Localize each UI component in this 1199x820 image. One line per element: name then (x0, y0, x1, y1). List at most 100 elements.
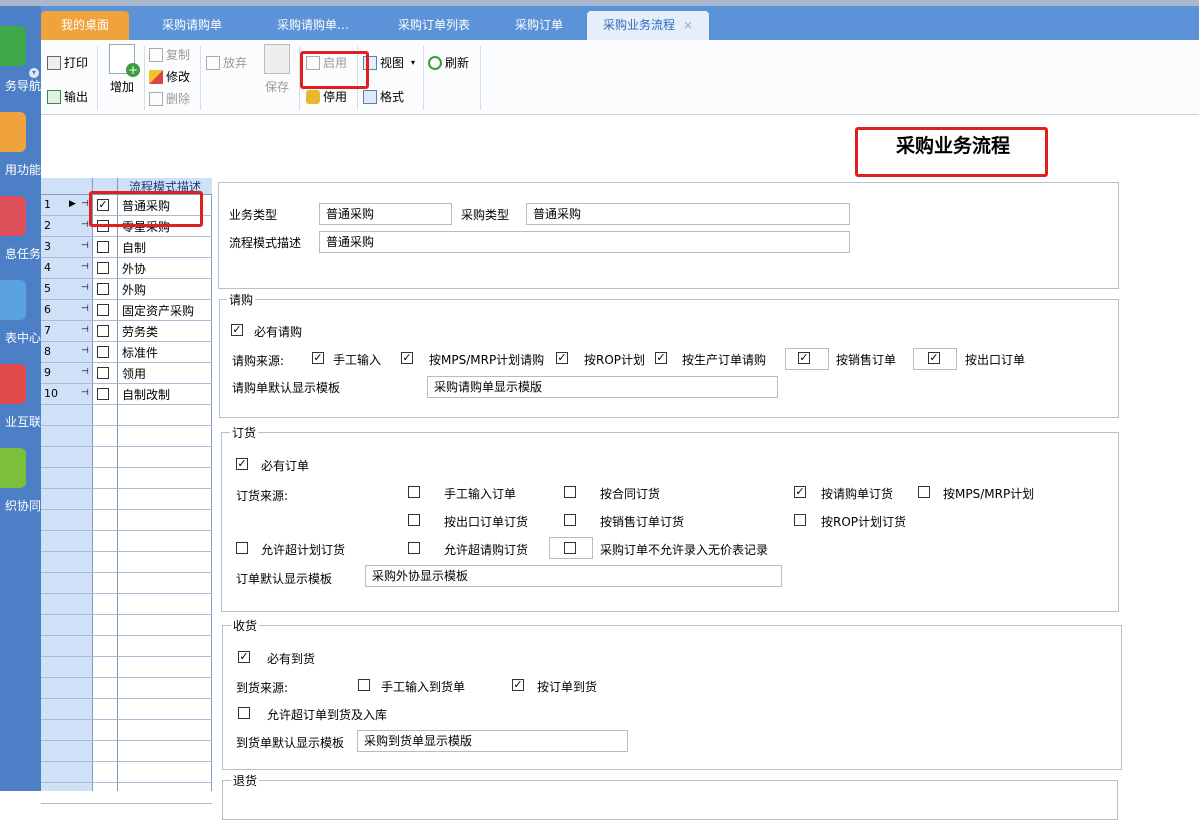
table-row[interactable]: 5 ⊣ 外购 (41, 279, 212, 300)
table-row[interactable] (41, 447, 212, 468)
order-export-label: 按出口订单订货 (444, 515, 529, 529)
table-row[interactable]: 3 ⊣ 自制 (41, 237, 212, 258)
table-row[interactable]: 9 ⊣ 领用 (41, 363, 212, 384)
row-checkbox[interactable] (97, 325, 109, 337)
table-row[interactable]: 10 ⊣ 自制改制 (41, 384, 212, 405)
table-row[interactable] (41, 720, 212, 741)
receipt-required-checkbox[interactable]: ✓ (238, 651, 250, 663)
table-row[interactable] (41, 489, 212, 510)
table-row[interactable] (41, 741, 212, 762)
table-row[interactable] (41, 510, 212, 531)
print-button[interactable]: 打印 (47, 54, 88, 71)
order-legend: 订货 (230, 424, 259, 441)
table-row[interactable]: 6 ⊣ 固定资产采购 (41, 300, 212, 321)
table-row[interactable] (41, 468, 212, 489)
order-sales-checkbox[interactable] (564, 514, 576, 526)
req-mps-checkbox[interactable]: ✓ (401, 352, 413, 364)
req-export-label: 按出口订单 (965, 353, 1026, 367)
highlight-grid-row (89, 191, 203, 227)
order-req-checkbox[interactable]: ✓ (794, 486, 806, 498)
save-label: 保存 (264, 80, 289, 94)
refresh-button[interactable]: 刷新 (428, 54, 469, 71)
row-checkbox[interactable] (97, 346, 109, 358)
order-mps-checkbox[interactable] (918, 486, 930, 498)
row-description: 外协 (122, 262, 147, 276)
edit-button[interactable]: 修改 (149, 68, 190, 85)
row-checkbox[interactable] (97, 388, 109, 400)
order-manual-checkbox[interactable] (408, 486, 420, 498)
row-number: 4 (44, 261, 51, 274)
nav-item-label: 织协同 (4, 499, 41, 513)
tab-purchase-requisition-2[interactable]: 采购请购单… (253, 11, 373, 40)
save-button[interactable]: 保存 (261, 44, 293, 95)
row-checkbox[interactable] (97, 367, 109, 379)
receipt-template-field[interactable]: 采购到货单显示模版 (357, 730, 628, 752)
table-row[interactable] (41, 783, 212, 804)
req-prod-checkbox[interactable]: ✓ (655, 352, 667, 364)
table-row[interactable] (41, 615, 212, 636)
order-contract-checkbox[interactable] (564, 486, 576, 498)
view-button[interactable]: 视图 ▾ (363, 54, 415, 71)
table-row[interactable] (41, 531, 212, 552)
delete-button[interactable]: 删除 (149, 90, 190, 107)
table-row[interactable] (41, 657, 212, 678)
discard-button[interactable]: 放弃 (206, 54, 247, 71)
order-no-price-checkbox[interactable] (564, 542, 576, 554)
table-row[interactable]: 7 ⊣ 劳务类 (41, 321, 212, 342)
mode-description-field[interactable]: 普通采购 (319, 231, 850, 253)
lock-icon (306, 89, 320, 104)
req-manual-checkbox[interactable]: ✓ (312, 352, 324, 364)
export-button[interactable]: 输出 (47, 88, 88, 105)
close-icon[interactable]: × (683, 18, 693, 32)
tab-purchase-order-list[interactable]: 采购订单列表 (379, 11, 489, 40)
table-row[interactable] (41, 762, 212, 783)
add-button[interactable]: + 增加 (105, 44, 140, 95)
req-sales-checkbox[interactable]: ✓ (798, 352, 810, 364)
row-checkbox[interactable] (97, 241, 109, 253)
req-export-checkbox[interactable]: ✓ (928, 352, 940, 364)
purchase-type-field[interactable]: 普通采购 (526, 203, 850, 225)
order-rop-checkbox[interactable] (794, 514, 806, 526)
table-row[interactable] (41, 636, 212, 657)
table-row[interactable] (41, 552, 212, 573)
order-export-checkbox[interactable] (408, 514, 420, 526)
row-checkbox[interactable] (97, 304, 109, 316)
toolbar-divider (97, 46, 98, 110)
requisition-required-label: 必有请购 (254, 325, 303, 339)
tab-purchase-requisition[interactable]: 采购请购单 (137, 11, 247, 40)
copy-button[interactable]: 复制 (149, 46, 190, 63)
order-over-plan-checkbox[interactable] (236, 542, 248, 554)
purchase-type-label: 采购类型 (461, 208, 510, 222)
table-row[interactable] (41, 699, 212, 720)
requisition-required-checkbox[interactable]: ✓ (231, 324, 243, 336)
receipt-over-checkbox[interactable] (238, 707, 250, 719)
receipt-manual-checkbox[interactable] (358, 679, 370, 691)
order-over-req-checkbox[interactable] (408, 542, 420, 554)
table-row[interactable] (41, 426, 212, 447)
table-row[interactable]: 8 ⊣ 标准件 (41, 342, 212, 363)
order-required-checkbox[interactable]: ✓ (236, 458, 248, 470)
tab-purchase-order[interactable]: 采购订单 (493, 11, 585, 40)
tab-purchase-business-flow[interactable]: 采购业务流程 × (587, 11, 709, 40)
receipt-by-order-checkbox[interactable]: ✓ (512, 679, 524, 691)
mail-icon (0, 196, 26, 236)
pin-icon: ⊣ (81, 262, 89, 272)
table-row[interactable]: 4 ⊣ 外协 (41, 258, 212, 279)
order-template-field[interactable]: 采购外协显示模板 (365, 565, 782, 587)
pin-icon: ⊣ (81, 220, 89, 230)
table-row[interactable] (41, 594, 212, 615)
table-row[interactable] (41, 405, 212, 426)
business-type-field[interactable]: 普通采购 (319, 203, 452, 225)
row-checkbox[interactable] (97, 283, 109, 295)
table-row[interactable] (41, 678, 212, 699)
tab-label: 采购业务流程 (602, 18, 675, 32)
req-template-field[interactable]: 采购请购单显示模版 (427, 376, 778, 398)
tab-my-desktop[interactable]: 我的桌面 (41, 11, 129, 40)
disable-button[interactable]: 停用 (306, 88, 347, 105)
req-rop-checkbox[interactable]: ✓ (556, 352, 568, 364)
format-button[interactable]: 格式 (363, 88, 404, 105)
table-row[interactable] (41, 573, 212, 594)
row-checkbox[interactable] (97, 262, 109, 274)
chevron-down-icon: ▾ (411, 58, 416, 67)
edit-label: 修改 (166, 70, 191, 84)
